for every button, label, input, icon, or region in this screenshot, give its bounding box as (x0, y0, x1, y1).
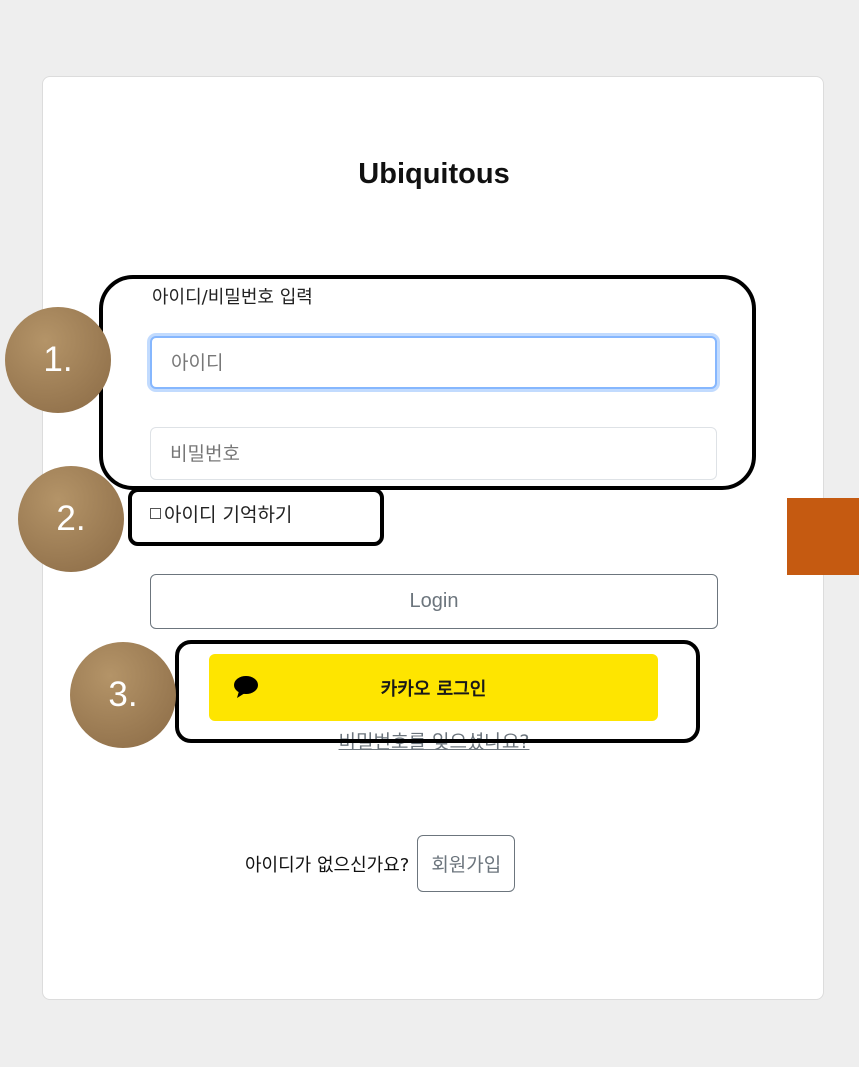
login-button[interactable]: Login (150, 574, 718, 629)
callout-remember-id (128, 488, 384, 546)
callout-kakao-login (175, 640, 700, 743)
callout-credentials (99, 275, 756, 490)
signup-button[interactable]: 회원가입 (417, 835, 516, 892)
step-marker-2: 2. (18, 466, 124, 572)
step-marker-3: 3. (70, 642, 176, 748)
step-marker-1: 1. (5, 307, 111, 413)
app-title: Ubiquitous (358, 158, 510, 190)
side-highlight-block (787, 498, 859, 575)
signup-row: 아이디가 없으신가요? 회원가입 (245, 835, 516, 892)
signup-prompt: 아이디가 없으신가요? (245, 854, 410, 876)
